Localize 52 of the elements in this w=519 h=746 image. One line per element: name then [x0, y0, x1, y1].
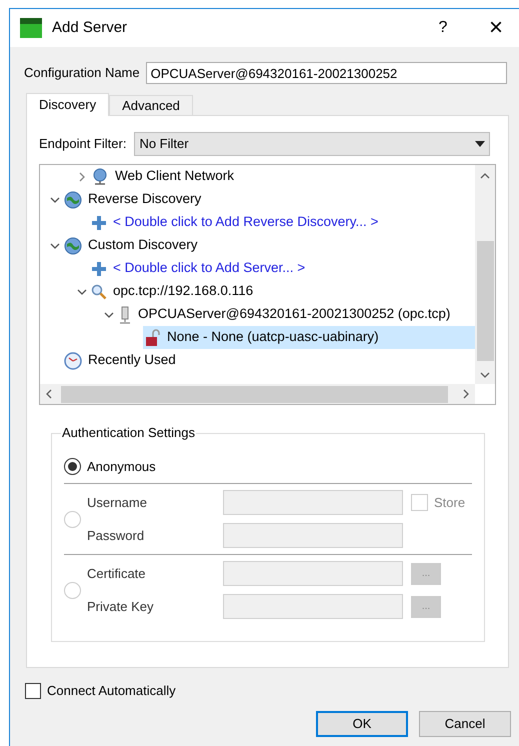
scroll-left-icon[interactable]: [46, 389, 52, 399]
globe-icon: [64, 236, 82, 254]
scroll-up-icon[interactable]: [480, 173, 490, 179]
checkbox-label: Store: [434, 494, 466, 512]
tree-item[interactable]: < Double click to Add Reverse Discovery... >: [89, 211, 386, 234]
radio-label: Anonymous: [87, 458, 156, 476]
group-title: Authentication Settings: [61, 425, 196, 441]
horizontal-scrollbar[interactable]: [40, 384, 475, 404]
chevron-down-icon[interactable]: [104, 310, 114, 320]
tab[interactable]: Advanced: [109, 95, 193, 115]
dialog-button[interactable]: OK: [316, 710, 408, 736]
field-label: Username: [87, 494, 148, 512]
checkbox[interactable]: [25, 682, 41, 699]
server-icon: [118, 306, 132, 324]
chevron-down-icon[interactable]: [50, 240, 60, 250]
dialog-button[interactable]: Cancel: [419, 710, 511, 736]
network-icon: [91, 168, 109, 186]
help-button[interactable]: ?: [425, 16, 461, 40]
clock-icon: [64, 352, 82, 370]
window-title: Add Server: [52, 18, 128, 38]
search-icon: [91, 284, 107, 300]
radio-button[interactable]: [64, 458, 81, 475]
scroll-right-icon[interactable]: [463, 389, 469, 399]
tree-item[interactable]: opc.tcp://192.168.0.116: [89, 280, 262, 303]
globe-icon: [64, 190, 82, 208]
tree-item[interactable]: Recently Used: [62, 349, 184, 372]
field-label: Endpoint Filter:: [39, 135, 126, 154]
tree-item[interactable]: OPCUAServer@694320161-20021300252 (opc.tcp): [116, 303, 458, 326]
scroll-down-icon[interactable]: [480, 372, 490, 378]
tab[interactable]: Discovery: [26, 93, 110, 116]
padlock-icon: [145, 328, 161, 346]
configuration-name-field[interactable]: OPCUAServer@694320161-20021300252: [146, 62, 507, 84]
chevron-down-icon[interactable]: [77, 286, 87, 296]
chevron-right-icon[interactable]: [77, 172, 87, 182]
plus-icon: [91, 214, 107, 230]
close-button[interactable]: ×: [473, 16, 519, 40]
vertical-scrollbar[interactable]: [475, 165, 495, 384]
checkbox-label: Connect Automatically: [47, 682, 176, 700]
tree-item[interactable]: Web Client Network: [89, 165, 242, 188]
tree-item[interactable]: Reverse Discovery: [62, 188, 210, 211]
chevron-down-icon[interactable]: [50, 194, 60, 204]
dropdown-arrow-icon: [475, 141, 486, 147]
tree-item[interactable]: < Double click to Add Server... >: [89, 257, 314, 280]
endpoint-filter-dropdown[interactable]: No Filter: [134, 132, 490, 156]
plus-icon: [91, 260, 107, 276]
tree-item[interactable]: Custom Discovery: [62, 234, 206, 257]
field-label: Private Key: [87, 598, 154, 616]
field-label: Configuration Name: [24, 64, 140, 82]
app-icon: [20, 18, 42, 38]
tree-item[interactable]: None - None (uatcp-uasc-uabinary): [143, 326, 475, 349]
field-label: Certificate: [87, 564, 147, 583]
field-label: Password: [87, 526, 146, 545]
